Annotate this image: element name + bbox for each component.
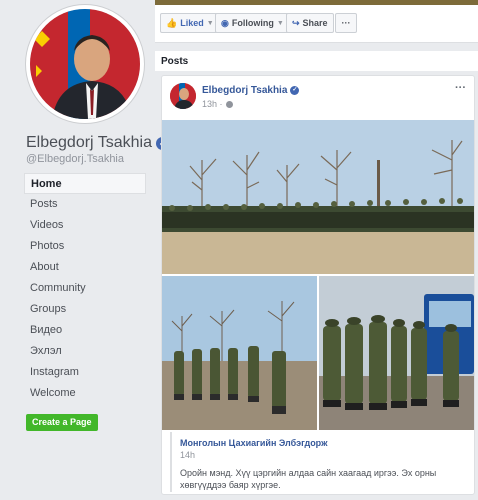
liked-button[interactable]: 👍 Liked ▼ bbox=[160, 13, 220, 33]
page-handle: @Elbegdorj.Tsakhia bbox=[26, 153, 124, 165]
chevron-down-icon: ▼ bbox=[206, 19, 214, 27]
rss-icon: ◉ bbox=[221, 17, 229, 28]
nav-item-videos[interactable]: Videos bbox=[24, 215, 146, 236]
share-button[interactable]: ↪ Share bbox=[286, 13, 334, 33]
post-timestamp[interactable]: 13h · bbox=[202, 99, 233, 109]
thumbs-up-icon: 👍 bbox=[166, 17, 178, 28]
page-name[interactable]: Elbegdorj Tsakhia ✓ bbox=[26, 134, 170, 152]
nav-item-instagram[interactable]: Instagram bbox=[24, 362, 146, 383]
share-label: Share bbox=[302, 18, 328, 28]
post-photo-left[interactable] bbox=[162, 276, 317, 430]
shared-post-author[interactable]: Монголын Цахиагийн Элбэгдорж bbox=[180, 438, 468, 448]
post-options-button[interactable]: ··· bbox=[455, 82, 466, 94]
marching-photo-right bbox=[319, 276, 474, 430]
page-action-bar: 👍 Liked ▼ ◉ Following ▼ ↪ Share ··· bbox=[155, 5, 478, 43]
post-time-text[interactable]: 13h · bbox=[202, 99, 223, 109]
globe-icon bbox=[225, 100, 233, 108]
formation-photo bbox=[162, 120, 474, 274]
nav-item-welcome[interactable]: Welcome bbox=[24, 383, 146, 404]
post-author-name[interactable]: Elbegdorj Tsakhia bbox=[202, 85, 287, 96]
post-author-avatar[interactable] bbox=[170, 83, 196, 109]
liked-label: Liked bbox=[180, 18, 204, 28]
shared-post-text: Оройн мэнд. Хүү цэргийн алдаа сайн хаага… bbox=[180, 468, 437, 490]
author-photo bbox=[170, 83, 196, 109]
verified-badge-icon: ✓ bbox=[290, 86, 300, 95]
nav-item-community[interactable]: Community bbox=[24, 278, 146, 299]
following-button[interactable]: ◉ Following ▼ bbox=[215, 13, 290, 33]
nav-item-photos[interactable]: Photos bbox=[24, 236, 146, 257]
post-photo-right[interactable] bbox=[319, 276, 474, 430]
shared-post-time[interactable]: 14h bbox=[180, 450, 468, 460]
post-photo-main[interactable] bbox=[162, 120, 474, 274]
share-arrow-icon: ↪ bbox=[292, 17, 300, 28]
nav-item-ekhlel[interactable]: Эхлэл bbox=[24, 341, 146, 362]
nav-item-home[interactable]: Home bbox=[24, 173, 146, 194]
marching-photo-left bbox=[162, 276, 317, 430]
create-page-button[interactable]: Create a Page bbox=[26, 414, 98, 431]
post-card: Elbegdorj Tsakhia ✓ 13h · ··· Монголын Ц… bbox=[161, 75, 475, 495]
page-name-text[interactable]: Elbegdorj Tsakhia bbox=[26, 134, 152, 152]
page-nav: Home Posts Videos Photos About Community… bbox=[24, 173, 146, 404]
chevron-down-icon: ▼ bbox=[276, 19, 284, 27]
nav-item-video-mn[interactable]: Видео bbox=[24, 320, 146, 341]
posts-section-title: Posts bbox=[155, 51, 478, 71]
nav-item-about[interactable]: About bbox=[24, 257, 146, 278]
following-label: Following bbox=[231, 18, 274, 28]
nav-item-groups[interactable]: Groups bbox=[24, 299, 146, 320]
post-author[interactable]: Elbegdorj Tsakhia ✓ bbox=[202, 85, 300, 96]
profile-picture[interactable] bbox=[26, 5, 144, 123]
more-options-button[interactable]: ··· bbox=[335, 13, 357, 33]
profile-photo bbox=[30, 9, 140, 119]
shared-post-attachment: Монголын Цахиагийн Элбэгдорж 14h Оройн м… bbox=[170, 432, 468, 492]
left-sidebar: Elbegdorj Tsakhia ✓ @Elbegdorj.Tsakhia H… bbox=[0, 0, 170, 500]
nav-item-posts[interactable]: Posts bbox=[24, 194, 146, 215]
